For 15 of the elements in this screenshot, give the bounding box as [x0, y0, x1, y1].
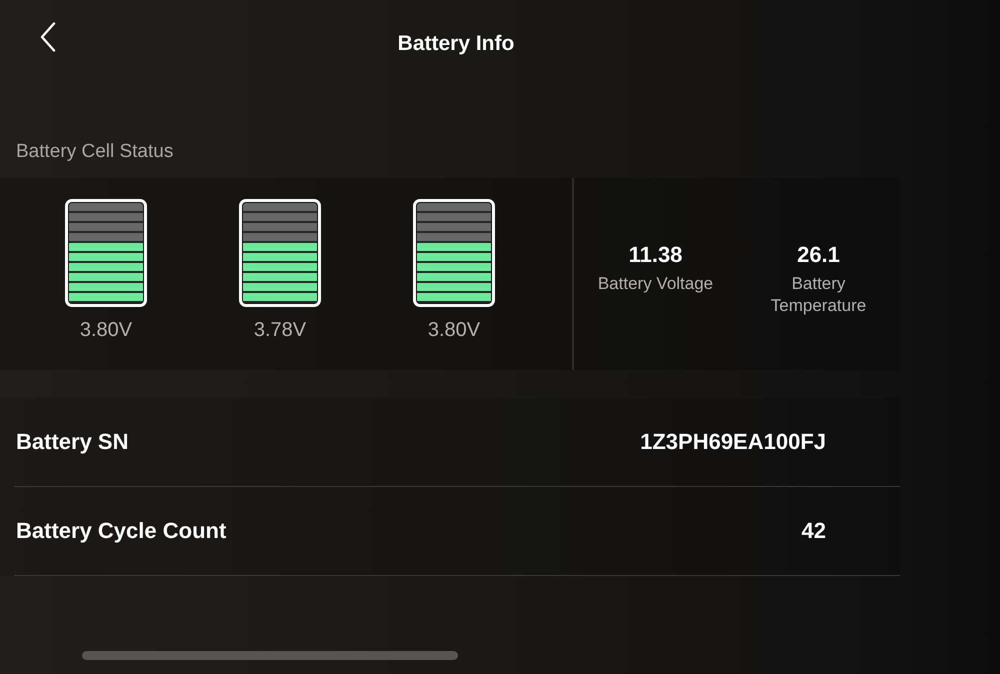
cell-voltage: 3.80V: [428, 318, 480, 342]
stat-label: Battery Temperature: [770, 273, 868, 317]
cell-voltage: 3.80V: [80, 318, 132, 342]
stat-value: 11.38: [628, 241, 682, 269]
detail-value: 1Z3PH69EA100FJ: [640, 428, 826, 456]
detail-value: 42: [802, 517, 826, 545]
chevron-left-icon: [40, 22, 56, 52]
section-title: Battery Cell Status: [16, 140, 174, 164]
back-button[interactable]: [38, 20, 58, 54]
stat-label: Battery Voltage: [598, 273, 714, 295]
detail-label: Battery SN: [16, 428, 128, 456]
detail-label: Battery Cycle Count: [16, 517, 226, 545]
cell-voltage: 3.78V: [254, 318, 306, 342]
page-title: Battery Info: [398, 31, 514, 57]
stat-value: 26.1: [797, 241, 840, 269]
